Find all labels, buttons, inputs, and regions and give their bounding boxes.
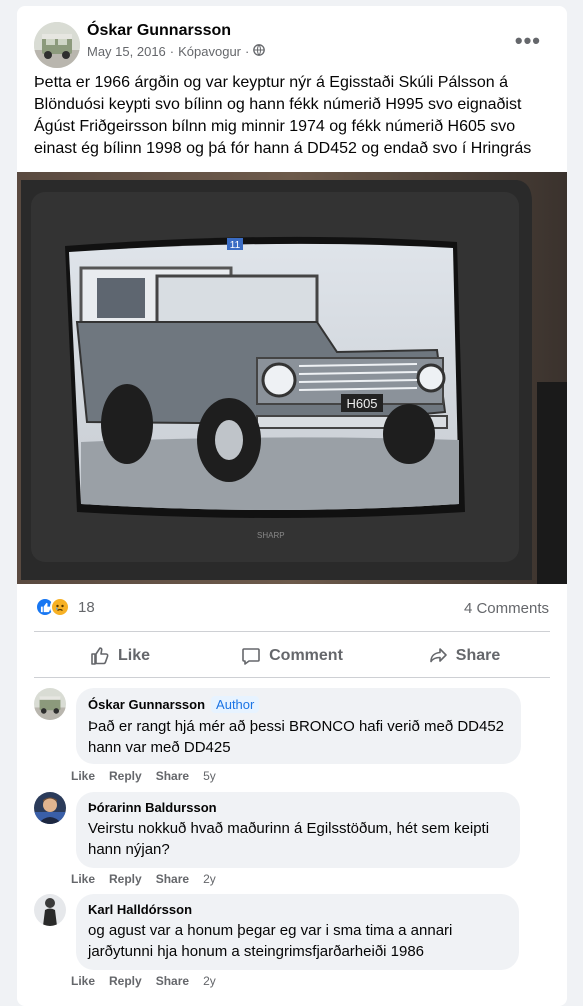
- like-label: Like: [117, 647, 150, 664]
- comment-text: og agust var a honum þegar eg var i sma …: [88, 922, 453, 960]
- comment-bubble: Karl Halldórsson og agust var a honum þe…: [76, 894, 519, 970]
- comment-time[interactable]: 5y: [203, 769, 216, 783]
- reaction-count[interactable]: 18: [78, 599, 95, 616]
- post-date[interactable]: May 15, 2016: [87, 44, 166, 59]
- globe-icon[interactable]: [253, 44, 266, 59]
- comment-actions: Like Reply Share 5y: [71, 769, 216, 783]
- comment-text: Það er rangt hjá mér að þessi BRONCO haf…: [88, 718, 505, 756]
- comment-share-button[interactable]: Share: [156, 872, 189, 886]
- share-button[interactable]: Share: [378, 634, 550, 678]
- post-photo[interactable]: H605 11 SHARP: [17, 172, 567, 584]
- divider: [34, 631, 550, 632]
- reactions-summary[interactable]: 18: [35, 597, 95, 617]
- share-label: Share: [455, 647, 501, 664]
- comment-label: Comment: [269, 647, 343, 664]
- commenter-avatar[interactable]: [34, 792, 66, 824]
- comment-time[interactable]: 2y: [203, 872, 216, 886]
- commenter-name[interactable]: Karl Halldórsson: [88, 902, 192, 917]
- comment-actions: Like Reply Share 2y: [71, 974, 216, 988]
- share-icon: [429, 648, 447, 663]
- comment-button[interactable]: Comment: [206, 634, 378, 678]
- commenter-name[interactable]: Þórarinn Baldursson: [88, 800, 217, 815]
- comment-like-button[interactable]: Like: [71, 872, 95, 886]
- comment-bubble: Þórarinn Baldursson Veirstu nokkuð hvað …: [76, 792, 520, 868]
- comment-share-button[interactable]: Share: [156, 974, 189, 988]
- post-location[interactable]: Kópavogur: [178, 44, 241, 59]
- comment-like-button[interactable]: Like: [71, 769, 95, 783]
- license-plate: H605: [346, 396, 377, 411]
- like-outline-icon: [91, 647, 109, 665]
- author-avatar[interactable]: [34, 22, 80, 68]
- meta-separator: ·: [169, 44, 175, 59]
- commenter-avatar[interactable]: [34, 688, 66, 720]
- comment-actions: Like Reply Share 2y: [71, 872, 216, 886]
- commenter-avatar[interactable]: [34, 894, 66, 926]
- post-actions: Like Comment Share: [34, 634, 550, 678]
- post-text: Þetta er 1966 árgðin og var keyptur nýr …: [34, 74, 532, 157]
- comment-reply-button[interactable]: Reply: [109, 872, 142, 886]
- sad-icon: [50, 597, 70, 617]
- comment-like-button[interactable]: Like: [71, 974, 95, 988]
- comments-count[interactable]: 4 Comments: [464, 600, 549, 617]
- comment-time[interactable]: 2y: [203, 974, 216, 988]
- author-badge: Author: [211, 696, 260, 713]
- like-button[interactable]: Like: [34, 634, 206, 678]
- post-card: Óskar Gunnarsson May 15, 2016 · Kópavogu…: [17, 6, 567, 1006]
- comment-reply-button[interactable]: Reply: [109, 974, 142, 988]
- comment-icon: [242, 648, 260, 665]
- commenter-name[interactable]: Óskar Gunnarsson: [88, 697, 205, 712]
- comment-text: Veirstu nokkuð hvað maðurinn á Egilsstöð…: [88, 820, 490, 858]
- comment-bubble: Óskar Gunnarsson Author Það er rangt hjá…: [76, 688, 521, 764]
- comment-reply-button[interactable]: Reply: [109, 769, 142, 783]
- more-options-icon[interactable]: •••: [515, 28, 541, 54]
- post-meta: May 15, 2016 · Kópavogur ·: [87, 44, 266, 59]
- channel-badge: 11: [230, 240, 241, 251]
- meta-separator: ·: [245, 44, 250, 59]
- divider: [34, 677, 550, 678]
- post-author-name[interactable]: Óskar Gunnarsson: [87, 22, 231, 40]
- comment-share-button[interactable]: Share: [156, 769, 189, 783]
- tv-brand-label: SHARP: [257, 531, 285, 540]
